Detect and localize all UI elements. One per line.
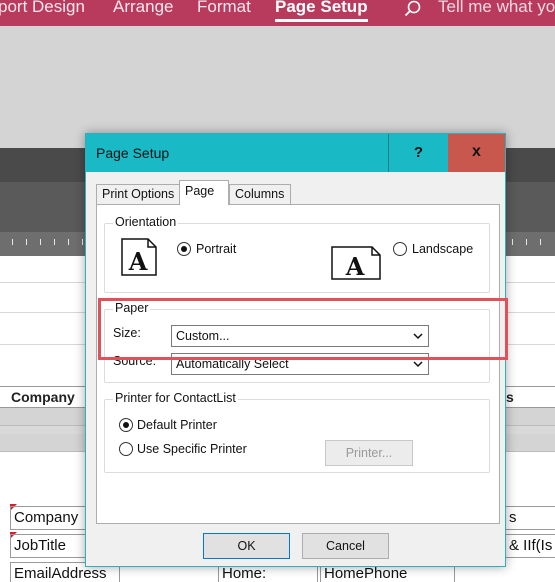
- size-label: Size:: [113, 326, 141, 340]
- search-icon[interactable]: [404, 0, 422, 18]
- page-tab-panel: Orientation A Portrait A Landscape Paper…: [96, 204, 500, 524]
- source-label: Source:: [113, 354, 157, 368]
- default-printer-radio[interactable]: [119, 418, 133, 432]
- paper-label: Paper: [113, 301, 151, 315]
- field-jobtitle[interactable]: JobTitle: [10, 534, 90, 558]
- source-dropdown[interactable]: Automatically Select: [171, 353, 429, 375]
- default-printer-label[interactable]: Default Printer: [137, 418, 217, 432]
- tell-me-search[interactable]: Tell me what yo: [438, 0, 555, 17]
- field-right-2[interactable]: & IIf(Is: [505, 534, 555, 558]
- printer-button[interactable]: Printer...: [325, 440, 413, 466]
- tab-columns[interactable]: Columns: [229, 184, 291, 204]
- portrait-label[interactable]: Portrait: [196, 242, 236, 256]
- printer-group-label: Printer for ContactList: [113, 391, 238, 405]
- close-button[interactable]: x: [448, 134, 505, 172]
- header-cell-right[interactable]: s: [506, 389, 514, 405]
- specific-printer-label[interactable]: Use Specific Printer: [137, 442, 247, 456]
- svg-text:A: A: [128, 247, 148, 276]
- tab-format[interactable]: Format: [197, 0, 251, 17]
- ok-button[interactable]: OK: [203, 533, 290, 559]
- printer-group: Printer for ContactList Default Printer …: [104, 391, 490, 473]
- landscape-label[interactable]: Landscape: [412, 242, 473, 256]
- tab-report-design[interactable]: port Design: [0, 0, 85, 17]
- chevron-down-icon: [413, 333, 423, 340]
- orientation-group: Orientation A Portrait A Landscape: [104, 215, 490, 293]
- dialog-title: Page Setup: [96, 145, 170, 161]
- portrait-page-icon: A: [121, 238, 157, 276]
- page-setup-dialog: Page Setup ? x Print Options Page Column…: [85, 133, 506, 567]
- size-dropdown[interactable]: Custom...: [171, 325, 429, 347]
- cancel-button[interactable]: Cancel: [302, 533, 389, 559]
- tab-print-options[interactable]: Print Options: [96, 184, 180, 204]
- specific-printer-radio[interactable]: [119, 442, 133, 456]
- svg-text:A: A: [345, 252, 365, 280]
- field-right-1[interactable]: s: [505, 506, 555, 530]
- field-company[interactable]: Company: [10, 506, 90, 530]
- tab-page[interactable]: Page: [179, 180, 229, 205]
- paper-group: Paper Size: Custom... Source: Automatica…: [104, 301, 490, 383]
- chevron-down-icon: [413, 361, 423, 368]
- header-company[interactable]: Company: [11, 389, 75, 405]
- landscape-page-icon: A: [331, 246, 381, 280]
- ribbon: port Design Arrange Format Page Setup Te…: [0, 0, 555, 26]
- orientation-label: Orientation: [113, 215, 179, 229]
- source-value: Automatically Select: [176, 357, 289, 371]
- design-canvas: [0, 26, 555, 148]
- landscape-radio[interactable]: [393, 242, 407, 256]
- tab-page-setup[interactable]: Page Setup: [275, 0, 368, 22]
- dialog-titlebar[interactable]: Page Setup ? x: [86, 134, 505, 172]
- help-button[interactable]: ?: [388, 134, 448, 172]
- portrait-radio[interactable]: [177, 242, 191, 256]
- size-value: Custom...: [176, 329, 230, 343]
- tab-arrange[interactable]: Arrange: [113, 0, 173, 17]
